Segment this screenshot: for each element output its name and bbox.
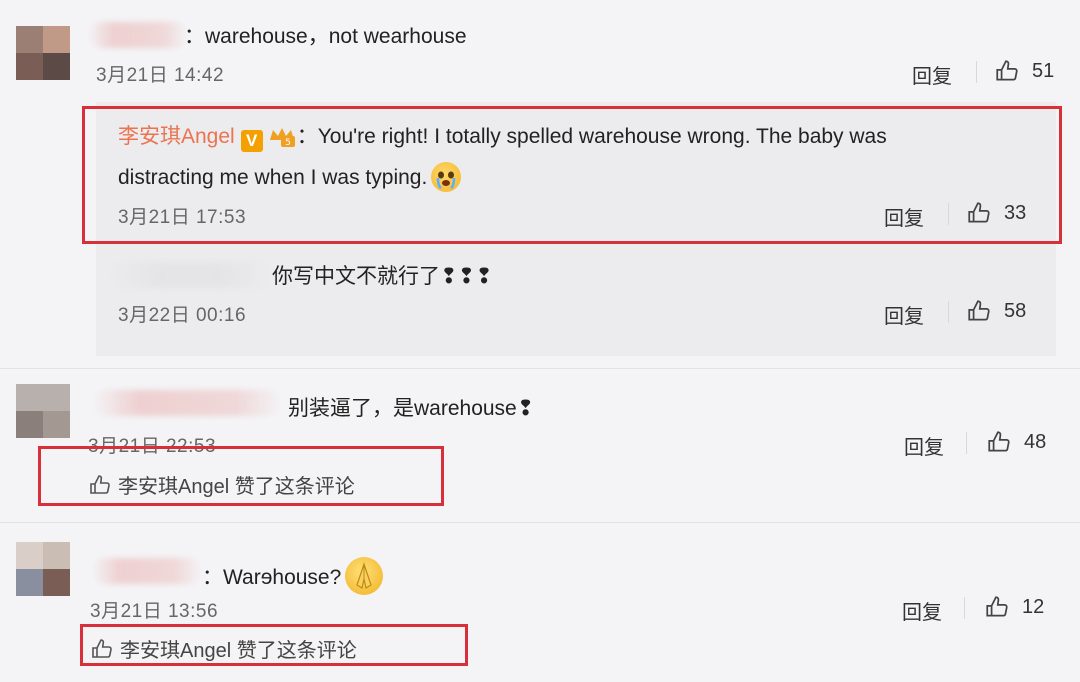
liked-by-author: 李安琪Angel 赞了这条评论	[88, 470, 355, 499]
verified-badge-icon: V	[240, 130, 263, 152]
like-count: 58	[1004, 299, 1027, 322]
author-name[interactable]: 李安琪Angel	[118, 125, 235, 148]
crying-face-icon	[431, 162, 462, 192]
comment-text: ：warehouse，not wearhouse	[184, 25, 467, 48]
thumbs-up-icon	[968, 300, 990, 321]
comment-text: 李安琪Angel V 5 ：You're right! I totally spell…	[118, 120, 887, 152]
comment-text-line1: ：You're right! I totally spelled warehou…	[296, 125, 887, 148]
like-button[interactable]: 51	[994, 58, 1054, 84]
username-redacted	[92, 390, 282, 416]
like-button[interactable]: 48	[986, 429, 1046, 455]
like-button[interactable]: 12	[984, 594, 1044, 620]
divider	[0, 522, 1080, 523]
divider	[966, 432, 967, 454]
comment-time: 3月21日 13:56	[90, 601, 219, 622]
divider	[948, 203, 949, 225]
thumbs-up-icon	[90, 474, 110, 494]
thumbs-up-icon	[986, 596, 1008, 617]
username-redacted	[88, 22, 188, 48]
comment-text-line2: distracting me when I was typing.	[118, 162, 462, 192]
avatar[interactable]	[16, 26, 70, 80]
reply-button[interactable]: 回复	[884, 202, 924, 231]
reply-button[interactable]: 回复	[902, 596, 942, 625]
reply-button[interactable]: 回复	[912, 60, 952, 89]
avatar[interactable]	[16, 384, 70, 438]
like-count: 48	[1024, 430, 1047, 453]
like-count: 51	[1032, 59, 1055, 82]
member-badge-icon: 5	[269, 128, 295, 148]
praying-hands-icon	[345, 557, 384, 595]
comment-time: 3月22日 00:16	[118, 305, 247, 326]
like-button[interactable]: 33	[966, 200, 1026, 226]
username-redacted	[92, 558, 202, 584]
avatar[interactable]	[16, 542, 70, 596]
comment-time: 3月21日 17:53	[118, 207, 247, 228]
username-redacted	[110, 262, 270, 288]
thumbs-up-icon	[988, 431, 1010, 452]
divider	[948, 301, 949, 323]
liked-by-author: 李安琪Angel 赞了这条评论	[90, 634, 357, 663]
liked-by-text: 李安琪Angel 赞了这条评论	[118, 476, 355, 498]
liked-by-text: 李安琪Angel 赞了这条评论	[120, 640, 357, 662]
reply-button[interactable]: 回复	[904, 431, 944, 460]
comment-text: 别装逼了，是warehouse❢	[288, 397, 535, 420]
comment-text: 你写中文不就行了❢❢❢	[272, 265, 493, 288]
divider	[964, 597, 965, 619]
divider	[976, 61, 977, 83]
svg-text:5: 5	[285, 138, 291, 148]
thumbs-up-icon	[968, 202, 990, 223]
comment-time: 3月21日 14:42	[96, 65, 225, 86]
reply-button[interactable]: 回复	[884, 300, 924, 329]
thumbs-up-icon	[996, 60, 1018, 81]
divider	[0, 368, 1080, 369]
like-count: 33	[1004, 201, 1027, 224]
like-button[interactable]: 58	[966, 298, 1026, 324]
like-count: 12	[1022, 595, 1045, 618]
comment-text: ：Warɘhouse?	[202, 557, 384, 595]
thumbs-up-icon	[92, 638, 112, 658]
